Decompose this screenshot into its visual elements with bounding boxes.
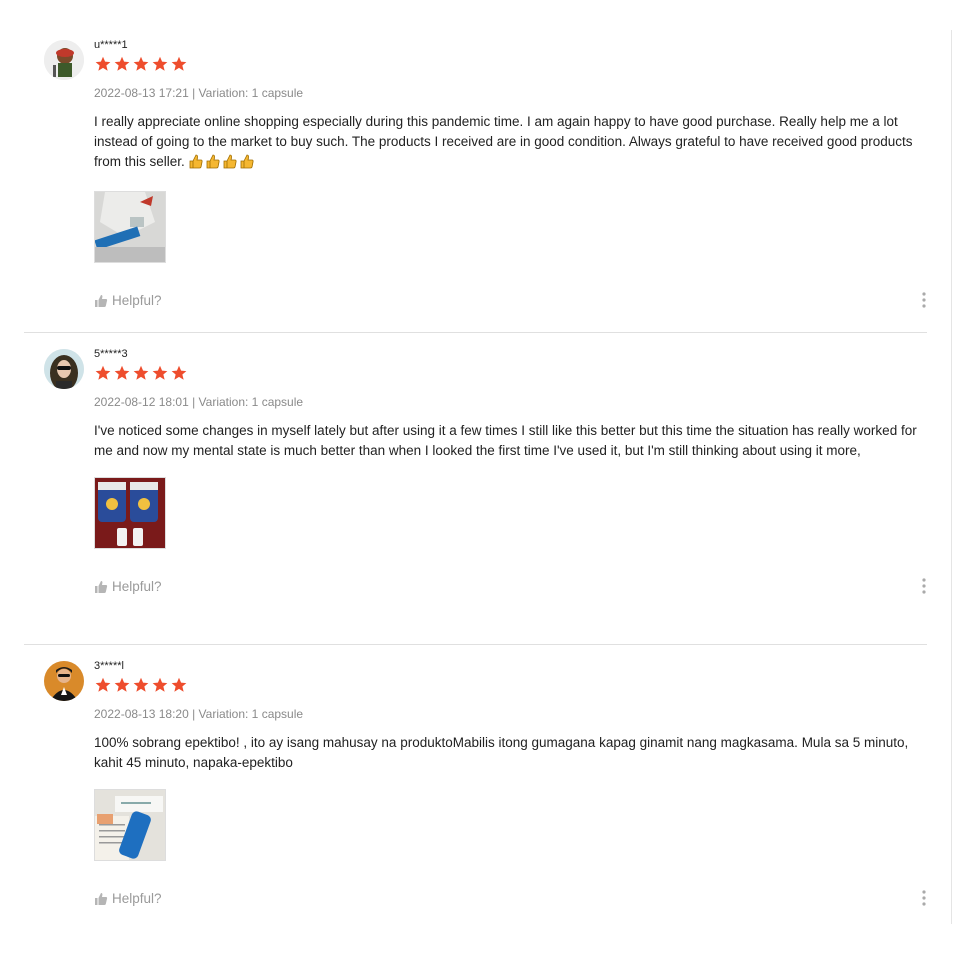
star-icon bbox=[171, 677, 187, 692]
star-rating bbox=[94, 677, 927, 693]
star-icon bbox=[114, 56, 130, 71]
review-photo[interactable] bbox=[94, 191, 166, 263]
star-icon bbox=[133, 677, 149, 692]
helpful-label: Helpful? bbox=[112, 579, 162, 594]
review-variation: Variation: 1 capsule bbox=[198, 395, 304, 409]
star-icon bbox=[152, 677, 168, 692]
star-icon bbox=[133, 56, 149, 71]
star-icon bbox=[114, 365, 130, 380]
star-icon bbox=[114, 677, 130, 692]
review-item: 5*****3 2022-08-12 18:01 | Variation: 1 … bbox=[24, 333, 927, 645]
review-date: 2022-08-13 18:20 bbox=[94, 707, 189, 721]
more-options-icon[interactable] bbox=[921, 889, 927, 907]
review-date: 2022-08-13 17:21 bbox=[94, 86, 189, 100]
star-rating bbox=[94, 365, 927, 381]
helpful-button[interactable]: Helpful? bbox=[94, 293, 162, 308]
review-text: I've noticed some changes in myself late… bbox=[94, 423, 921, 458]
star-icon bbox=[133, 365, 149, 380]
star-icon bbox=[171, 56, 187, 71]
thumbs-up-icon bbox=[95, 892, 108, 905]
thumbs-up-emoji-group bbox=[189, 153, 255, 175]
review-meta: 2022-08-13 17:21 | Variation: 1 capsule bbox=[94, 86, 304, 100]
review-text: I really appreciate online shopping espe… bbox=[94, 112, 926, 175]
review-text: 100% sobrang epektibo! , ito ay isang ma… bbox=[94, 735, 913, 770]
review-meta: 2022-08-13 18:20 | Variation: 1 capsule bbox=[94, 707, 304, 721]
review-list: u*****1 2022-08-13 17:21 | Variation: 1 … bbox=[24, 24, 927, 935]
reviewer-username: 5*****3 bbox=[94, 348, 128, 360]
star-icon bbox=[152, 56, 168, 71]
review-variation: Variation: 1 capsule bbox=[198, 707, 304, 721]
star-icon bbox=[95, 56, 111, 71]
avatar[interactable] bbox=[44, 661, 84, 701]
star-rating bbox=[94, 56, 927, 72]
star-icon bbox=[152, 365, 168, 380]
star-icon bbox=[95, 677, 111, 692]
thumbs-up-icon bbox=[95, 294, 108, 307]
reviewer-username: 3*****l bbox=[94, 660, 124, 672]
helpful-button[interactable]: Helpful? bbox=[94, 579, 162, 594]
helpful-label: Helpful? bbox=[112, 891, 162, 906]
thumbs-up-icon bbox=[95, 580, 108, 593]
review-photo[interactable] bbox=[94, 789, 166, 861]
star-icon bbox=[95, 365, 111, 380]
review-variation: Variation: 1 capsule bbox=[198, 86, 304, 100]
list-right-border bbox=[951, 30, 952, 924]
review-item: u*****1 2022-08-13 17:21 | Variation: 1 … bbox=[24, 24, 927, 333]
avatar[interactable] bbox=[44, 349, 84, 389]
avatar[interactable] bbox=[44, 40, 84, 80]
reviewer-username: u*****1 bbox=[94, 39, 128, 51]
helpful-button[interactable]: Helpful? bbox=[94, 891, 162, 906]
review-meta: 2022-08-12 18:01 | Variation: 1 capsule bbox=[94, 395, 304, 409]
star-icon bbox=[171, 365, 187, 380]
review-photo[interactable] bbox=[94, 477, 166, 549]
review-date: 2022-08-12 18:01 bbox=[94, 395, 189, 409]
helpful-label: Helpful? bbox=[112, 293, 162, 308]
more-options-icon[interactable] bbox=[921, 291, 927, 309]
review-item: 3*****l 2022-08-13 18:20 | Variation: 1 … bbox=[24, 645, 927, 935]
more-options-icon[interactable] bbox=[921, 577, 927, 595]
